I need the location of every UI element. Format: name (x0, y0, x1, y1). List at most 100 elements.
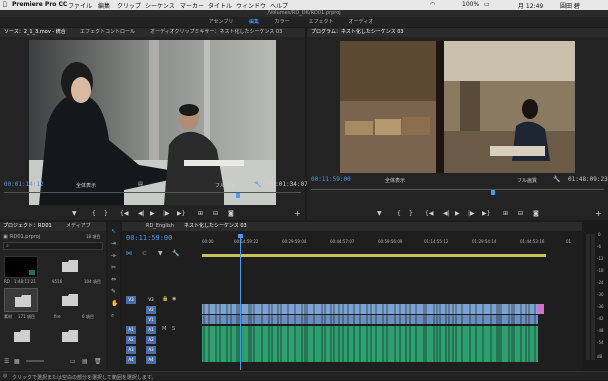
icon-view-icon[interactable]: ▦ (14, 358, 20, 365)
thumbnail-zoom-slider[interactable] (26, 360, 44, 362)
export-frame-icon[interactable]: ◙ (228, 210, 234, 217)
track-solo-icon[interactable]: S (172, 326, 175, 332)
clear-icon[interactable]: 🗑 (94, 358, 102, 365)
tab-sequence-nested[interactable]: ネスト化したシーケンス 03 (184, 222, 247, 231)
track-v1-target[interactable]: V1 (146, 316, 156, 324)
audio-clips[interactable] (202, 326, 538, 362)
workspace-editing[interactable]: 編集 (244, 18, 264, 26)
workspace-audio[interactable]: オーディオ (346, 18, 376, 26)
extract-icon[interactable]: ⊟ (518, 210, 523, 217)
workspace-assembly[interactable]: アセンブリ (204, 18, 238, 26)
program-play-icon[interactable]: ▶ (455, 210, 460, 217)
program-timecode[interactable]: 00:11:59:00 (311, 176, 351, 183)
go-to-in-icon[interactable]: {◀ (120, 210, 128, 217)
program-title[interactable]: プログラム：ネスト化したシーケンス 03 (311, 28, 404, 37)
timeline-playhead[interactable] (240, 234, 241, 370)
source-zoom-select[interactable]: 全体表示 (76, 182, 96, 189)
menubar-user[interactable]: 圓田 碧 (560, 1, 580, 10)
video-clips-v2[interactable] (202, 304, 538, 314)
video-clips-v1[interactable] (202, 315, 538, 324)
menu-sequence[interactable]: シーケンス (145, 1, 175, 10)
menu-marker[interactable]: マーカー (180, 1, 204, 10)
project-bin-selected[interactable] (4, 288, 38, 312)
project-search-input[interactable]: ⌕ (3, 242, 103, 250)
program-zoom-select[interactable]: 全体表示 (385, 177, 405, 184)
program-export-frame-icon[interactable]: ◙ (533, 210, 539, 217)
project-item-thumbnail[interactable] (4, 256, 38, 278)
battery-icon[interactable]: ▭ (484, 1, 490, 8)
workspace-color[interactable]: カラー (272, 18, 292, 26)
track-v2-target[interactable]: V2 (146, 306, 156, 314)
source-quality-select[interactable]: フル画質 (215, 182, 235, 189)
source-video-frame[interactable] (29, 40, 276, 205)
apple-icon[interactable]:  (3, 1, 7, 8)
snap-icon[interactable]: ⋈ (126, 250, 132, 257)
source-settings-icon[interactable]: ▤ (138, 181, 143, 187)
program-mark-out-icon[interactable]: } (409, 210, 413, 217)
track-eye-icon[interactable]: ◉ (172, 296, 176, 302)
track-a3-label[interactable]: A3 (126, 346, 136, 354)
tab-source[interactable]: ソース：2_1_3.mov - 統合 (4, 28, 66, 37)
program-playhead[interactable] (491, 190, 495, 195)
tab-sequence-english[interactable]: RD_English (146, 222, 174, 231)
track-a2-target[interactable]: A2 (146, 336, 156, 344)
menu-window[interactable]: ウィンドウ (236, 1, 266, 10)
track-a1-target[interactable]: A1 (146, 326, 156, 334)
pen-tool-icon[interactable]: ✎ (111, 288, 116, 295)
program-scrubber[interactable] (311, 189, 604, 195)
playhead-handle[interactable] (238, 234, 243, 238)
zoom-tool-icon[interactable]: ⌕ (111, 312, 114, 320)
mark-in-icon[interactable]: { (92, 210, 96, 217)
timeline-timecode[interactable]: 00:11:59:00 (126, 234, 172, 242)
step-back-icon[interactable]: ◀| (138, 210, 145, 217)
timeline-clips[interactable] (202, 292, 580, 364)
linked-selection-icon[interactable]: ⊂ (142, 250, 147, 257)
track-mute-icon[interactable]: M (162, 326, 166, 332)
track-a1-label[interactable]: A1 (126, 326, 136, 334)
tab-media-browser[interactable]: メディアブ (66, 222, 91, 231)
program-go-to-in-icon[interactable]: {◀ (425, 210, 433, 217)
add-marker-icon[interactable]: ▼ (72, 210, 77, 217)
source-add-button-icon[interactable]: + (294, 209, 301, 218)
insert-icon[interactable]: ⊞ (198, 210, 203, 217)
add-marker-timeline-icon[interactable]: ▼ (158, 250, 163, 257)
bin-folder-icon[interactable] (62, 294, 78, 308)
ripple-edit-tool-icon[interactable]: ⟛ (111, 252, 116, 260)
wifi-icon[interactable]: ◠ (430, 1, 435, 8)
track-a2-label[interactable]: A2 (126, 336, 136, 344)
program-add-marker-icon[interactable]: ▼ (377, 210, 382, 217)
track-lock-icon[interactable]: 🔒 (162, 296, 168, 302)
track-select-tool-icon[interactable]: ⇥ (111, 240, 116, 247)
list-view-icon[interactable]: ☰ (4, 358, 9, 365)
go-to-out-icon[interactable]: ▶} (177, 210, 185, 217)
tab-project[interactable]: プロジェクト：RD01 (3, 222, 52, 231)
new-item-icon[interactable]: ▤ (82, 358, 88, 365)
overwrite-icon[interactable]: ⊟ (213, 210, 218, 217)
video-clip-pink[interactable] (538, 304, 544, 314)
tab-effect-controls[interactable]: エフェクトコントロール (80, 28, 135, 37)
play-icon[interactable]: ▶ (150, 210, 155, 217)
bin-folder-icon[interactable] (62, 330, 78, 344)
track-a3-target[interactable]: A3 (146, 346, 156, 354)
step-forward-icon[interactable]: |▶ (163, 210, 170, 217)
menu-edit[interactable]: 編集 (98, 1, 110, 10)
menu-help[interactable]: ヘルプ (270, 1, 288, 10)
program-quality-select[interactable]: フル画質 (517, 177, 537, 184)
source-scrubber[interactable] (4, 192, 301, 198)
source-wrench-icon[interactable]: 🔧 (254, 181, 261, 188)
program-step-forward-icon[interactable]: |▶ (468, 210, 475, 217)
menu-file[interactable]: ファイル (68, 1, 92, 10)
hand-tool-icon[interactable]: ✋ (111, 300, 118, 307)
program-mark-in-icon[interactable]: { (397, 210, 401, 217)
new-bin-icon[interactable]: ▭ (70, 358, 76, 365)
source-timecode[interactable]: 00:01:14:12 (4, 181, 44, 188)
tab-audio-clip-mixer[interactable]: オーディオクリップミキサー：ネスト化したシーケンス 03 (150, 28, 282, 37)
program-go-to-out-icon[interactable]: ▶} (482, 210, 490, 217)
menu-title[interactable]: タイトル (208, 1, 232, 10)
selection-tool-icon[interactable]: ↖ (111, 228, 116, 235)
bin-folder-icon[interactable] (62, 260, 78, 272)
timeline-settings-icon[interactable]: 🔧 (172, 250, 179, 257)
work-area-bar[interactable] (202, 254, 546, 257)
lift-icon[interactable]: ⊞ (503, 210, 508, 217)
bin-folder-icon[interactable] (14, 330, 30, 344)
